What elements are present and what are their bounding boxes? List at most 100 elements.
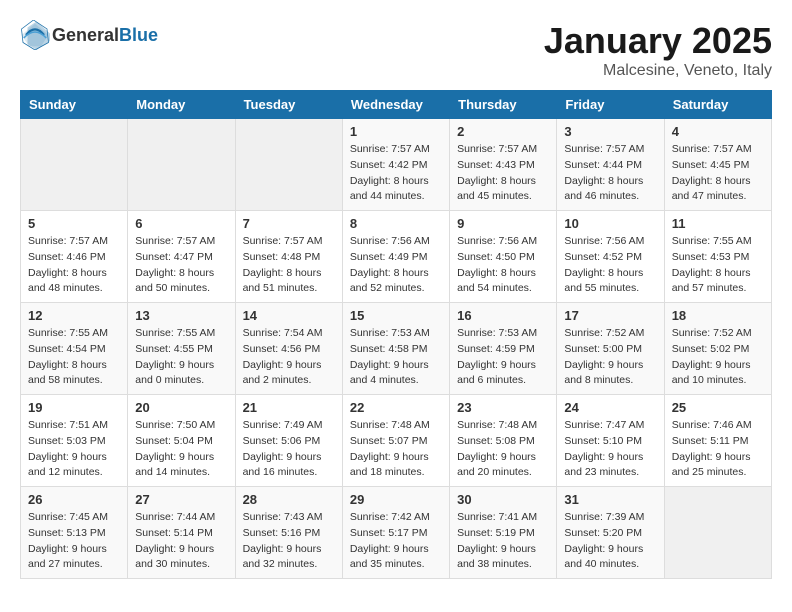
day-info: Sunrise: 7:49 AM Sunset: 5:06 PM Dayligh… [243,418,335,481]
day-info: Sunrise: 7:48 AM Sunset: 5:08 PM Dayligh… [457,418,549,481]
calendar-cell [235,119,342,211]
calendar-cell: 18Sunrise: 7:52 AM Sunset: 5:02 PM Dayli… [664,303,771,395]
day-number: 12 [28,308,120,323]
calendar-week-row: 26Sunrise: 7:45 AM Sunset: 5:13 PM Dayli… [21,487,772,579]
logo-blue-text: Blue [119,25,158,45]
calendar-cell [128,119,235,211]
calendar-week-row: 1 Sunrise: 7:57 AM Sunset: 4:42 PM Daylig… [21,119,772,211]
day-info: Sunrise: 7:55 AM Sunset: 4:54 PM Dayligh… [28,326,120,389]
day-number: 22 [350,400,442,415]
page-header: GeneralBlue January 2025 Malcesine, Vene… [20,20,772,80]
calendar-cell: 22 Sunrise: 7:48 AM Sunset: 5:07 PM Dayli… [342,395,449,487]
calendar-cell: 27Sunrise: 7:44 AM Sunset: 5:14 PM Dayli… [128,487,235,579]
day-info: Sunrise: 7:41 AM Sunset: 5:19 PM Dayligh… [457,510,549,573]
day-info: Sunrise: 7:46 AM Sunset: 5:11 PM Dayligh… [672,418,764,481]
day-info: Sunrise: 7:57 AM Sunset: 4:44 PM Dayligh… [564,142,656,205]
weekday-header-sunday: Sunday [21,91,128,119]
day-info: Sunrise: 7:50 AM Sunset: 5:04 PM Dayligh… [135,418,227,481]
day-number: 20 [135,400,227,415]
day-info: Sunrise: 7:57 AM Sunset: 4:48 PM Dayligh… [243,234,335,297]
day-number: 19 [28,400,120,415]
day-info: Sunrise: 7:57 AM Sunset: 4:43 PM Dayligh… [457,142,549,205]
calendar-cell: 12 Sunrise: 7:55 AM Sunset: 4:54 PM Dayli… [21,303,128,395]
calendar-week-row: 5Sunrise: 7:57 AM Sunset: 4:46 PM Daylig… [21,211,772,303]
calendar-cell: 24 Sunrise: 7:47 AM Sunset: 5:10 PM Dayli… [557,395,664,487]
calendar-week-row: 19 Sunrise: 7:51 AM Sunset: 5:03 PM Dayli… [21,395,772,487]
logo-icon [20,20,50,50]
weekday-header-monday: Monday [128,91,235,119]
location-label: Malcesine, Veneto, Italy [544,62,772,80]
day-info: Sunrise: 7:57 AM Sunset: 4:45 PM Dayligh… [672,142,764,205]
calendar-cell: 28 Sunrise: 7:43 AM Sunset: 5:16 PM Dayli… [235,487,342,579]
calendar-cell: 23 Sunrise: 7:48 AM Sunset: 5:08 PM Dayli… [450,395,557,487]
day-number: 27 [135,492,227,507]
calendar-cell: 1 Sunrise: 7:57 AM Sunset: 4:42 PM Daylig… [342,119,449,211]
calendar-cell [21,119,128,211]
day-number: 2 [457,124,549,139]
day-number: 28 [243,492,335,507]
day-info: Sunrise: 7:54 AM Sunset: 4:56 PM Dayligh… [243,326,335,389]
calendar-cell: 30 Sunrise: 7:41 AM Sunset: 5:19 PM Dayli… [450,487,557,579]
calendar-table: SundayMondayTuesdayWednesdayThursdayFrid… [20,90,772,579]
calendar-cell: 14 Sunrise: 7:54 AM Sunset: 4:56 PM Dayli… [235,303,342,395]
day-info: Sunrise: 7:56 AM Sunset: 4:52 PM Dayligh… [564,234,656,297]
calendar-cell: 21 Sunrise: 7:49 AM Sunset: 5:06 PM Dayli… [235,395,342,487]
calendar-cell: 20 Sunrise: 7:50 AM Sunset: 5:04 PM Dayli… [128,395,235,487]
day-number: 15 [350,308,442,323]
calendar-cell: 6 Sunrise: 7:57 AM Sunset: 4:47 PM Daylig… [128,211,235,303]
logo: GeneralBlue [20,20,158,50]
day-number: 8 [350,216,442,231]
day-info: Sunrise: 7:57 AM Sunset: 4:46 PM Dayligh… [28,234,120,297]
calendar-cell [664,487,771,579]
day-number: 17 [564,308,656,323]
day-number: 24 [564,400,656,415]
day-number: 29 [350,492,442,507]
calendar-cell: 29Sunrise: 7:42 AM Sunset: 5:17 PM Dayli… [342,487,449,579]
weekday-header-saturday: Saturday [664,91,771,119]
day-number: 13 [135,308,227,323]
calendar-week-row: 12 Sunrise: 7:55 AM Sunset: 4:54 PM Dayli… [21,303,772,395]
day-number: 6 [135,216,227,231]
day-number: 11 [672,216,764,231]
day-number: 14 [243,308,335,323]
day-number: 7 [243,216,335,231]
day-info: Sunrise: 7:52 AM Sunset: 5:00 PM Dayligh… [564,326,656,389]
calendar-cell: 31Sunrise: 7:39 AM Sunset: 5:20 PM Dayli… [557,487,664,579]
calendar-cell: 17 Sunrise: 7:52 AM Sunset: 5:00 PM Dayli… [557,303,664,395]
calendar-cell: 8 Sunrise: 7:56 AM Sunset: 4:49 PM Daylig… [342,211,449,303]
weekday-header-thursday: Thursday [450,91,557,119]
day-number: 4 [672,124,764,139]
day-info: Sunrise: 7:47 AM Sunset: 5:10 PM Dayligh… [564,418,656,481]
calendar-cell: 9Sunrise: 7:56 AM Sunset: 4:50 PM Daylig… [450,211,557,303]
weekday-header-tuesday: Tuesday [235,91,342,119]
calendar-cell: 16Sunrise: 7:53 AM Sunset: 4:59 PM Dayli… [450,303,557,395]
day-info: Sunrise: 7:53 AM Sunset: 4:58 PM Dayligh… [350,326,442,389]
day-number: 10 [564,216,656,231]
day-info: Sunrise: 7:55 AM Sunset: 4:55 PM Dayligh… [135,326,227,389]
day-info: Sunrise: 7:43 AM Sunset: 5:16 PM Dayligh… [243,510,335,573]
day-info: Sunrise: 7:56 AM Sunset: 4:49 PM Dayligh… [350,234,442,297]
day-number: 1 [350,124,442,139]
day-number: 21 [243,400,335,415]
calendar-cell: 13 Sunrise: 7:55 AM Sunset: 4:55 PM Dayli… [128,303,235,395]
calendar-cell: 15 Sunrise: 7:53 AM Sunset: 4:58 PM Dayli… [342,303,449,395]
day-number: 31 [564,492,656,507]
day-number: 30 [457,492,549,507]
day-info: Sunrise: 7:56 AM Sunset: 4:50 PM Dayligh… [457,234,549,297]
title-section: January 2025 Malcesine, Veneto, Italy [544,20,772,80]
calendar-cell: 26Sunrise: 7:45 AM Sunset: 5:13 PM Dayli… [21,487,128,579]
day-number: 3 [564,124,656,139]
calendar-cell: 4 Sunrise: 7:57 AM Sunset: 4:45 PM Daylig… [664,119,771,211]
weekday-header-friday: Friday [557,91,664,119]
calendar-cell: 5Sunrise: 7:57 AM Sunset: 4:46 PM Daylig… [21,211,128,303]
day-info: Sunrise: 7:57 AM Sunset: 4:42 PM Dayligh… [350,142,442,205]
day-info: Sunrise: 7:48 AM Sunset: 5:07 PM Dayligh… [350,418,442,481]
calendar-cell: 10 Sunrise: 7:56 AM Sunset: 4:52 PM Dayli… [557,211,664,303]
month-year-title: January 2025 [544,20,772,62]
day-number: 23 [457,400,549,415]
day-info: Sunrise: 7:51 AM Sunset: 5:03 PM Dayligh… [28,418,120,481]
day-number: 16 [457,308,549,323]
day-info: Sunrise: 7:57 AM Sunset: 4:47 PM Dayligh… [135,234,227,297]
weekday-header-wednesday: Wednesday [342,91,449,119]
calendar-cell: 25Sunrise: 7:46 AM Sunset: 5:11 PM Dayli… [664,395,771,487]
